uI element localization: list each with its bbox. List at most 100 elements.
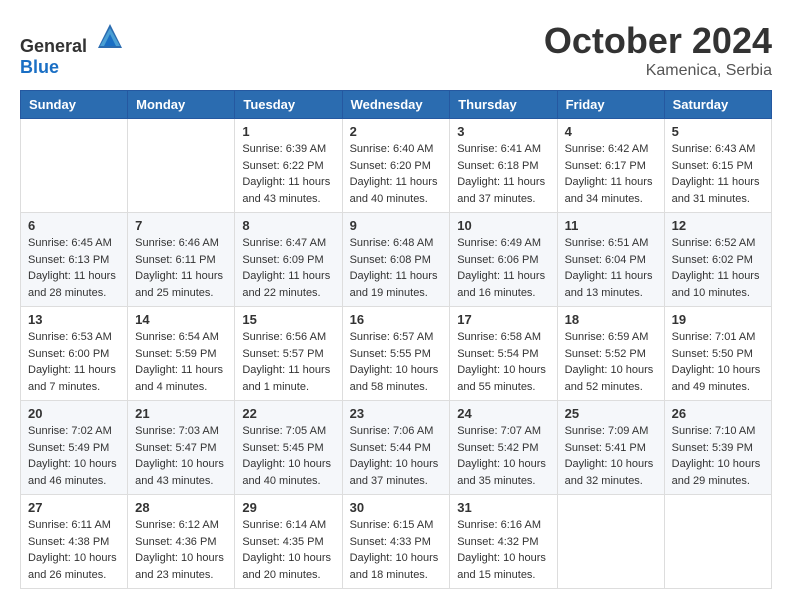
calendar-cell: 4 Sunrise: 6:42 AMSunset: 6:17 PMDaylight… (557, 119, 664, 213)
day-number: 14 (135, 312, 227, 327)
calendar-cell: 16 Sunrise: 6:57 AMSunset: 5:55 PMDayligh… (342, 307, 450, 401)
day-info: Sunrise: 6:11 AMSunset: 4:38 PMDaylight:… (28, 517, 120, 583)
day-info: Sunrise: 7:01 AMSunset: 5:50 PMDaylight:… (672, 329, 764, 395)
calendar-cell: 2 Sunrise: 6:40 AMSunset: 6:20 PMDaylight… (342, 119, 450, 213)
calendar-cell: 9 Sunrise: 6:48 AMSunset: 6:08 PMDaylight… (342, 213, 450, 307)
day-number: 29 (242, 500, 334, 515)
calendar-cell (557, 495, 664, 589)
calendar-cell (664, 495, 771, 589)
day-number: 26 (672, 406, 764, 421)
day-number: 7 (135, 218, 227, 233)
month-title: October 2024 (544, 20, 772, 62)
day-number: 9 (350, 218, 443, 233)
calendar-cell: 5 Sunrise: 6:43 AMSunset: 6:15 PMDaylight… (664, 119, 771, 213)
calendar-cell: 22 Sunrise: 7:05 AMSunset: 5:45 PMDayligh… (235, 401, 342, 495)
day-number: 2 (350, 124, 443, 139)
calendar-cell: 30Sunrise: 6:15 AMSunset: 4:33 PMDayligh… (342, 495, 450, 589)
day-info: Sunrise: 6:41 AMSunset: 6:18 PMDaylight:… (457, 141, 549, 207)
calendar-cell: 13Sunrise: 6:53 AMSunset: 6:00 PMDayligh… (21, 307, 128, 401)
logo-text-general: General (20, 36, 87, 56)
day-number: 10 (457, 218, 549, 233)
calendar-header-friday: Friday (557, 91, 664, 119)
day-number: 27 (28, 500, 120, 515)
logo-text-blue: Blue (20, 57, 59, 77)
logo-icon (94, 20, 126, 52)
day-info: Sunrise: 6:59 AMSunset: 5:52 PMDaylight:… (565, 329, 657, 395)
day-info: Sunrise: 6:40 AMSunset: 6:20 PMDaylight:… (350, 141, 443, 207)
day-info: Sunrise: 6:45 AMSunset: 6:13 PMDaylight:… (28, 235, 120, 301)
day-number: 11 (565, 218, 657, 233)
day-number: 15 (242, 312, 334, 327)
calendar-cell: 29Sunrise: 6:14 AMSunset: 4:35 PMDayligh… (235, 495, 342, 589)
calendar-cell: 17Sunrise: 6:58 AMSunset: 5:54 PMDayligh… (450, 307, 557, 401)
calendar-cell: 18 Sunrise: 6:59 AMSunset: 5:52 PMDayligh… (557, 307, 664, 401)
day-info: Sunrise: 7:05 AMSunset: 5:45 PMDaylight:… (242, 423, 334, 489)
calendar-cell: 7 Sunrise: 6:46 AMSunset: 6:11 PMDaylight… (128, 213, 235, 307)
day-number: 23 (350, 406, 443, 421)
calendar-cell: 6Sunrise: 6:45 AMSunset: 6:13 PMDaylight… (21, 213, 128, 307)
calendar-header-row: SundayMondayTuesdayWednesdayThursdayFrid… (21, 91, 772, 119)
day-number: 8 (242, 218, 334, 233)
calendar-cell: 20 Sunrise: 7:02 AMSunset: 5:49 PMDayligh… (21, 401, 128, 495)
day-info: Sunrise: 7:02 AMSunset: 5:49 PMDaylight:… (28, 423, 120, 489)
calendar-cell: 31 Sunrise: 6:16 AMSunset: 4:32 PMDayligh… (450, 495, 557, 589)
day-info: Sunrise: 6:46 AMSunset: 6:11 PMDaylight:… (135, 235, 227, 301)
calendar-cell: 12 Sunrise: 6:52 AMSunset: 6:02 PMDayligh… (664, 213, 771, 307)
day-info: Sunrise: 7:03 AMSunset: 5:47 PMDaylight:… (135, 423, 227, 489)
day-number: 30 (350, 500, 443, 515)
calendar-week-row: 20 Sunrise: 7:02 AMSunset: 5:49 PMDayligh… (21, 401, 772, 495)
calendar-cell: 28Sunrise: 6:12 AMSunset: 4:36 PMDayligh… (128, 495, 235, 589)
calendar-header-sunday: Sunday (21, 91, 128, 119)
calendar: SundayMondayTuesdayWednesdayThursdayFrid… (20, 90, 772, 589)
page-header: General Blue October 2024 Kamenica, Serb… (20, 20, 772, 80)
day-info: Sunrise: 6:39 AMSunset: 6:22 PMDaylight:… (242, 141, 334, 207)
calendar-cell: 26Sunrise: 7:10 AMSunset: 5:39 PMDayligh… (664, 401, 771, 495)
day-number: 16 (350, 312, 443, 327)
location: Kamenica, Serbia (544, 62, 772, 80)
calendar-week-row: 27 Sunrise: 6:11 AMSunset: 4:38 PMDayligh… (21, 495, 772, 589)
day-info: Sunrise: 6:43 AMSunset: 6:15 PMDaylight:… (672, 141, 764, 207)
day-info: Sunrise: 6:51 AMSunset: 6:04 PMDaylight:… (565, 235, 657, 301)
day-info: Sunrise: 6:57 AMSunset: 5:55 PMDaylight:… (350, 329, 443, 395)
title-section: October 2024 Kamenica, Serbia (544, 20, 772, 80)
calendar-cell: 10 Sunrise: 6:49 AMSunset: 6:06 PMDayligh… (450, 213, 557, 307)
day-number: 24 (457, 406, 549, 421)
day-info: Sunrise: 6:12 AMSunset: 4:36 PMDaylight:… (135, 517, 227, 583)
day-info: Sunrise: 6:52 AMSunset: 6:02 PMDaylight:… (672, 235, 764, 301)
day-number: 12 (672, 218, 764, 233)
day-number: 22 (242, 406, 334, 421)
calendar-cell (21, 119, 128, 213)
day-info: Sunrise: 7:06 AMSunset: 5:44 PMDaylight:… (350, 423, 443, 489)
calendar-header-saturday: Saturday (664, 91, 771, 119)
day-info: Sunrise: 6:54 AMSunset: 5:59 PMDaylight:… (135, 329, 227, 395)
day-info: Sunrise: 6:58 AMSunset: 5:54 PMDaylight:… (457, 329, 549, 395)
day-info: Sunrise: 6:47 AMSunset: 6:09 PMDaylight:… (242, 235, 334, 301)
calendar-cell: 23 Sunrise: 7:06 AMSunset: 5:44 PMDayligh… (342, 401, 450, 495)
day-info: Sunrise: 6:16 AMSunset: 4:32 PMDaylight:… (457, 517, 549, 583)
day-number: 4 (565, 124, 657, 139)
day-info: Sunrise: 6:42 AMSunset: 6:17 PMDaylight:… (565, 141, 657, 207)
calendar-cell: 27 Sunrise: 6:11 AMSunset: 4:38 PMDayligh… (21, 495, 128, 589)
calendar-header-wednesday: Wednesday (342, 91, 450, 119)
calendar-cell (128, 119, 235, 213)
logo: General Blue (20, 20, 126, 78)
calendar-cell: 21Sunrise: 7:03 AMSunset: 5:47 PMDayligh… (128, 401, 235, 495)
day-number: 20 (28, 406, 120, 421)
day-info: Sunrise: 7:09 AMSunset: 5:41 PMDaylight:… (565, 423, 657, 489)
day-info: Sunrise: 6:49 AMSunset: 6:06 PMDaylight:… (457, 235, 549, 301)
day-info: Sunrise: 7:07 AMSunset: 5:42 PMDaylight:… (457, 423, 549, 489)
day-number: 1 (242, 124, 334, 139)
day-number: 5 (672, 124, 764, 139)
calendar-cell: 1 Sunrise: 6:39 AMSunset: 6:22 PMDaylight… (235, 119, 342, 213)
day-info: Sunrise: 6:56 AMSunset: 5:57 PMDaylight:… (242, 329, 334, 395)
calendar-cell: 24 Sunrise: 7:07 AMSunset: 5:42 PMDayligh… (450, 401, 557, 495)
calendar-header-thursday: Thursday (450, 91, 557, 119)
calendar-week-row: 6Sunrise: 6:45 AMSunset: 6:13 PMDaylight… (21, 213, 772, 307)
day-number: 31 (457, 500, 549, 515)
day-number: 18 (565, 312, 657, 327)
day-info: Sunrise: 6:48 AMSunset: 6:08 PMDaylight:… (350, 235, 443, 301)
calendar-header-monday: Monday (128, 91, 235, 119)
calendar-cell: 15 Sunrise: 6:56 AMSunset: 5:57 PMDayligh… (235, 307, 342, 401)
calendar-cell: 14 Sunrise: 6:54 AMSunset: 5:59 PMDayligh… (128, 307, 235, 401)
calendar-cell: 8 Sunrise: 6:47 AMSunset: 6:09 PMDaylight… (235, 213, 342, 307)
